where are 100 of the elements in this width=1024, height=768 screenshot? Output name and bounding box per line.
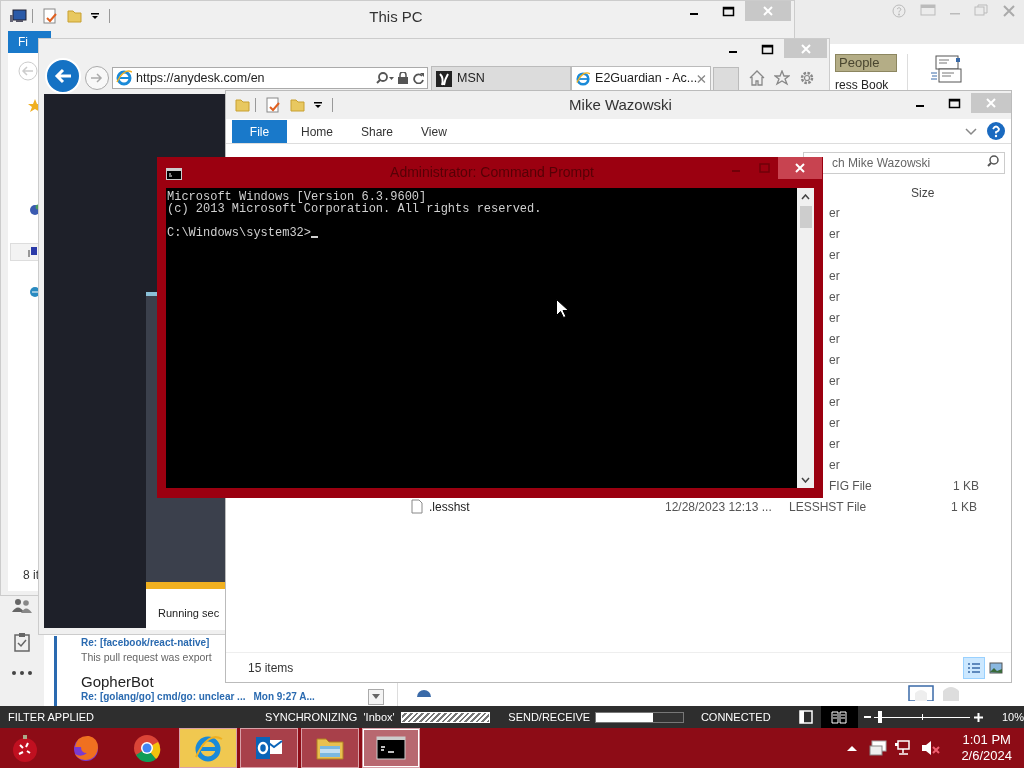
people-button[interactable]: People	[835, 54, 897, 72]
ring-logo-icon	[132, 733, 162, 763]
window-title: Administrator: Command Prompt	[389, 163, 595, 182]
people-icon	[12, 598, 32, 614]
taskbar-button[interactable]	[362, 728, 420, 768]
ornament-icon	[10, 733, 40, 763]
search-field[interactable]: ch Mike Wazowski	[803, 152, 1005, 174]
ribbon-tab[interactable]: View	[407, 120, 461, 143]
back-button[interactable]	[45, 58, 81, 94]
maximize-icon	[947, 97, 961, 109]
e-logo-icon	[193, 733, 223, 763]
type-cell-text: er	[829, 330, 841, 348]
console-text: (c) 2013 Microsoft Corporation. All rights reserved.	[167, 203, 543, 215]
home-icon[interactable]	[749, 70, 765, 86]
ribbon-tab[interactable]: Share	[347, 120, 408, 143]
details-view-button[interactable]	[963, 656, 985, 679]
computer-icon	[28, 246, 38, 258]
type-cell-text: LESSHST File	[789, 498, 868, 516]
type-cell-text: er	[829, 246, 841, 264]
caret-icon	[90, 11, 100, 21]
close-icon	[984, 96, 998, 110]
ribbon-display-icon	[920, 4, 936, 16]
type-cell-text: FIG File	[829, 477, 873, 495]
sender-name: GopherBot	[81, 673, 154, 690]
ribbon-tab[interactable]: File	[232, 120, 287, 143]
minimize-icon	[690, 13, 698, 15]
taskbar-button[interactable]	[240, 728, 298, 768]
help-icon	[892, 4, 906, 18]
action-center-icon[interactable]	[869, 740, 888, 756]
tasks-icon	[14, 632, 30, 652]
zoom-in-button[interactable]	[974, 711, 984, 723]
size-cell-text: 1 KB	[952, 477, 979, 495]
scroll-up-icon[interactable]	[801, 194, 810, 200]
type-cell-text: er	[829, 267, 841, 285]
dropdown-button[interactable]	[368, 689, 384, 705]
ribbon-tab[interactable]: Home	[287, 120, 347, 143]
settings-icon[interactable]	[799, 70, 815, 86]
text-cursor	[311, 236, 319, 238]
maximize-icon	[760, 43, 774, 55]
mouse-pointer-icon	[556, 299, 568, 319]
reading-view-button[interactable]	[820, 706, 859, 728]
notification-text: Running sec	[158, 607, 220, 619]
type-cell-text: er	[829, 435, 841, 453]
chevron-down-icon[interactable]	[965, 128, 977, 136]
scrollbar-thumb[interactable]	[799, 206, 812, 228]
list-icon	[967, 661, 981, 674]
close-icon	[1002, 4, 1016, 18]
folder-icon	[66, 8, 82, 24]
pane-icon	[798, 710, 813, 724]
close-icon	[761, 4, 775, 18]
type-cell-text: er	[829, 288, 841, 306]
search-icon	[376, 72, 394, 84]
forward-arrow-icon	[91, 73, 103, 83]
search-icon	[987, 155, 999, 167]
sidebar-item[interactable]	[10, 243, 40, 261]
address-bar[interactable]: https://anydesk.com/en	[112, 67, 428, 89]
subject-text: Re: [golang/go] cmd/go: unclear ...	[81, 690, 246, 704]
console-text: Microsoft Windows [Version 6.3.9600]	[167, 191, 427, 203]
help-icon[interactable]	[987, 122, 1005, 140]
subject-text: Re: [facebook/react-native]	[81, 636, 210, 650]
minimize-icon	[732, 170, 740, 172]
lock-icon	[398, 72, 408, 84]
window-title: This PC	[368, 6, 424, 27]
close-button[interactable]	[778, 157, 822, 179]
butterfly-icon	[436, 70, 452, 87]
minus-icon	[864, 715, 872, 719]
plus-icon	[974, 712, 983, 722]
window-title: Mike Wazowski	[568, 94, 673, 115]
browser-tab[interactable]: E2Guardian - Ac...	[571, 66, 711, 91]
star-icon[interactable]	[774, 70, 790, 86]
send-receive-status: SEND/RECEIVE	[508, 709, 591, 725]
contact-photo-icon	[908, 685, 934, 701]
zoom-slider[interactable]	[874, 711, 970, 723]
back-arrow-icon	[54, 68, 72, 84]
zoom-level: 10%	[1002, 709, 1024, 725]
folder-icon	[289, 97, 305, 113]
browser-tab[interactable]: MSN	[431, 66, 571, 91]
folder-icon	[234, 97, 250, 113]
muted-speaker-icon[interactable]	[921, 740, 942, 756]
restore-icon	[974, 4, 988, 16]
preview-text: This pull request was export	[81, 650, 212, 665]
clock[interactable]: 1:01 PM 2/6/2024	[955, 732, 1018, 764]
envelopes-icon	[930, 54, 964, 84]
image-icon	[989, 661, 1003, 674]
type-cell-text: er	[829, 456, 841, 474]
file-icon	[411, 499, 423, 514]
properties-icon	[42, 8, 58, 24]
caret-icon	[372, 694, 380, 700]
type-cell-text: er	[829, 309, 841, 327]
file-name: .lesshst	[429, 498, 471, 516]
close-icon	[798, 41, 813, 56]
scroll-down-icon[interactable]	[801, 477, 810, 483]
address-book-button[interactable]: ress Book	[835, 78, 897, 92]
sync-status: SYNCHRONIZING 'Inbox'	[265, 709, 395, 725]
column-header[interactable]: Size	[911, 183, 935, 202]
console-prompt: C:\Windows\system32>	[167, 227, 312, 239]
console-icon	[166, 167, 182, 180]
connection-status: CONNECTED	[700, 709, 772, 725]
scrollbar[interactable]	[797, 188, 814, 488]
chevron-up-icon[interactable]	[847, 745, 858, 751]
